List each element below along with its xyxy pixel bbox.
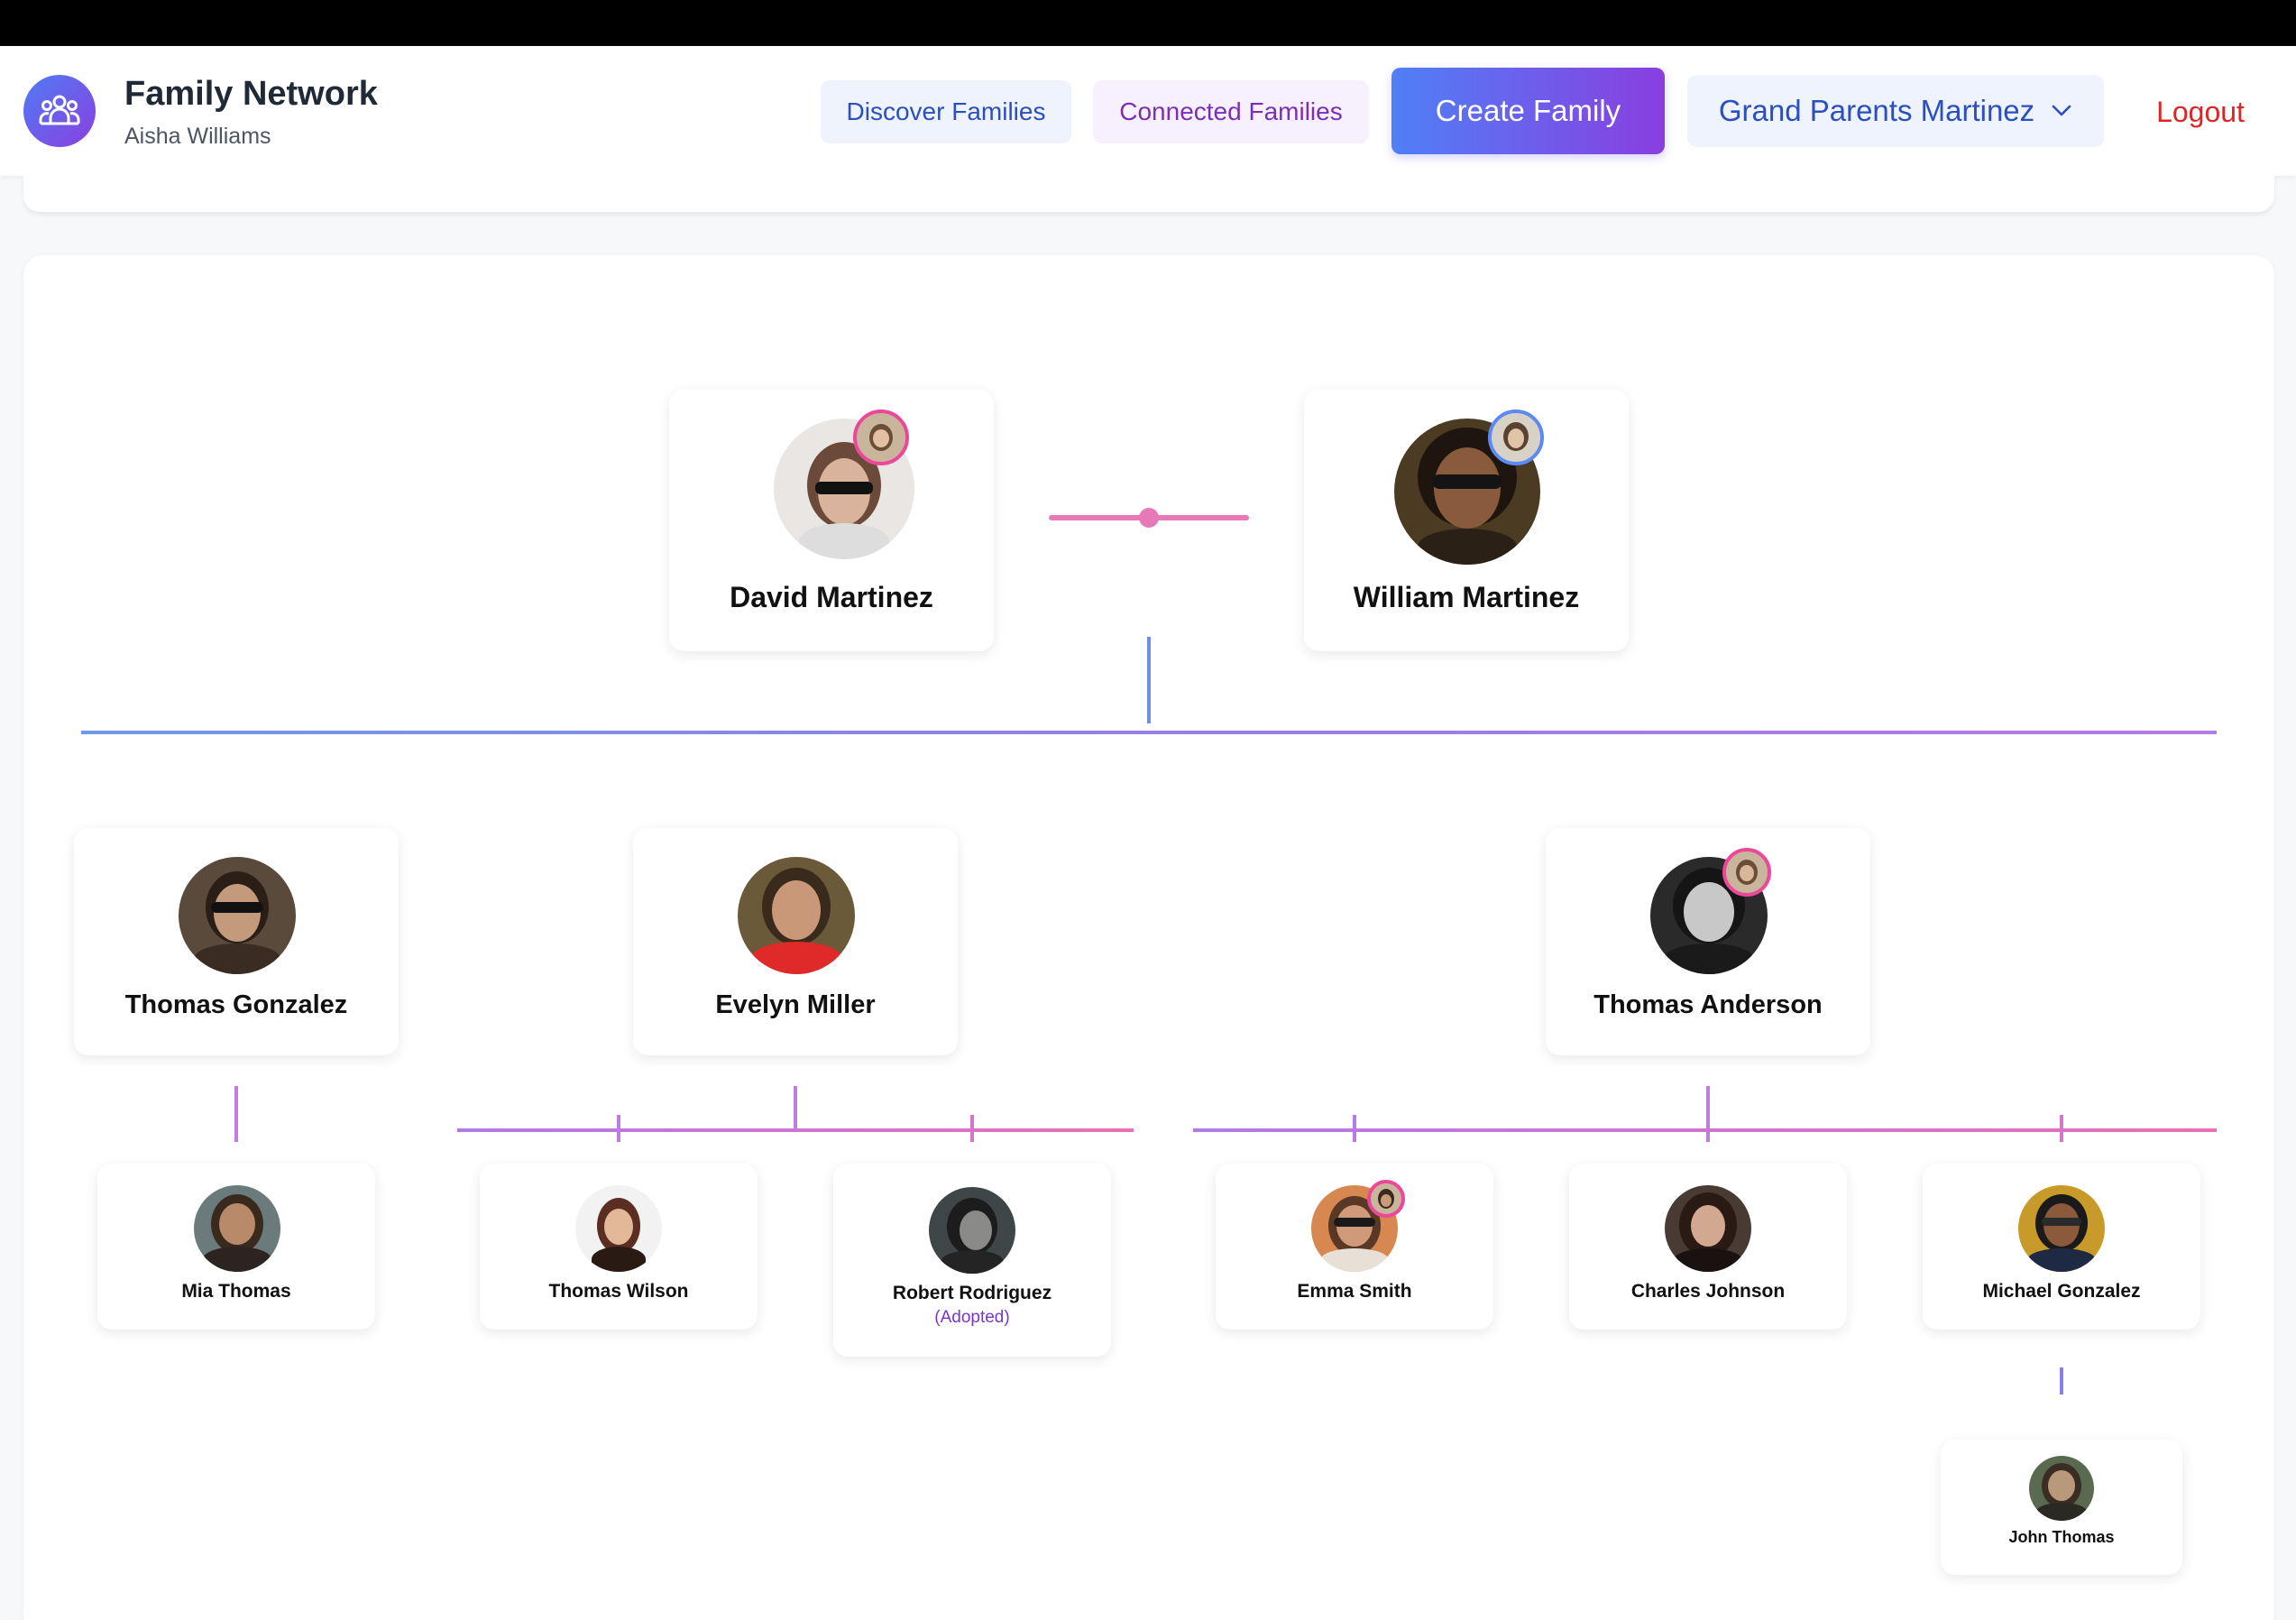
person-name: John Thomas [2008, 1528, 2115, 1546]
person-name: David Martinez [730, 581, 933, 613]
person-card-evelyn-miller[interactable]: Evelyn Miller [633, 828, 958, 1055]
avatar [2029, 1456, 2094, 1521]
spouse-avatar-badge [1722, 848, 1771, 897]
person-card-thomas-anderson[interactable]: Thomas Anderson [1546, 828, 1870, 1055]
person-name: Emma Smith [1297, 1281, 1412, 1302]
avatar [194, 1185, 280, 1272]
avatar [738, 857, 855, 974]
person-name: Robert Rodriguez [892, 1283, 1052, 1303]
person-name: Evelyn Miller [715, 990, 876, 1019]
person-name: Thomas Wilson [548, 1281, 689, 1302]
avatar [575, 1185, 662, 1272]
spouse-avatar-badge [1488, 410, 1544, 465]
person-name: Charles Johnson [1630, 1281, 1786, 1302]
person-name: Thomas Anderson [1593, 990, 1823, 1019]
avatar [1665, 1185, 1751, 1272]
avatar [179, 857, 296, 974]
person-card-charles-johnson[interactable]: Charles Johnson [1569, 1164, 1847, 1330]
avatar [929, 1187, 1015, 1274]
adopted-label: (Adopted) [934, 1308, 1010, 1327]
spouse-avatar-badge [853, 410, 909, 465]
person-name: William Martinez [1353, 581, 1580, 613]
person-name: Mia Thomas [181, 1281, 291, 1302]
person-card-john-thomas[interactable]: John Thomas [1941, 1440, 2182, 1575]
tree-connectors [81, 508, 2217, 1394]
spouse-connector-dot [1139, 508, 1159, 528]
person-card-emma-smith[interactable]: Emma Smith [1216, 1164, 1493, 1330]
person-card-michael-gonzalez[interactable]: Michael Gonzalez [1923, 1164, 2200, 1330]
person-card-mia-thomas[interactable]: Mia Thomas [97, 1164, 375, 1330]
person-card-william-martinez[interactable]: William Martinez [1304, 390, 1629, 651]
person-name: Thomas Gonzalez [124, 990, 348, 1019]
person-card-robert-rodriguez[interactable]: Robert Rodriguez (Adopted) [833, 1164, 1111, 1357]
person-card-thomas-gonzalez[interactable]: Thomas Gonzalez [74, 828, 399, 1055]
person-card-thomas-wilson[interactable]: Thomas Wilson [480, 1164, 758, 1330]
spouse-avatar-badge [1367, 1180, 1405, 1218]
person-name: Michael Gonzalez [1982, 1281, 2141, 1302]
avatar [2018, 1185, 2105, 1272]
person-card-david-martinez[interactable]: David Martinez [669, 390, 994, 651]
